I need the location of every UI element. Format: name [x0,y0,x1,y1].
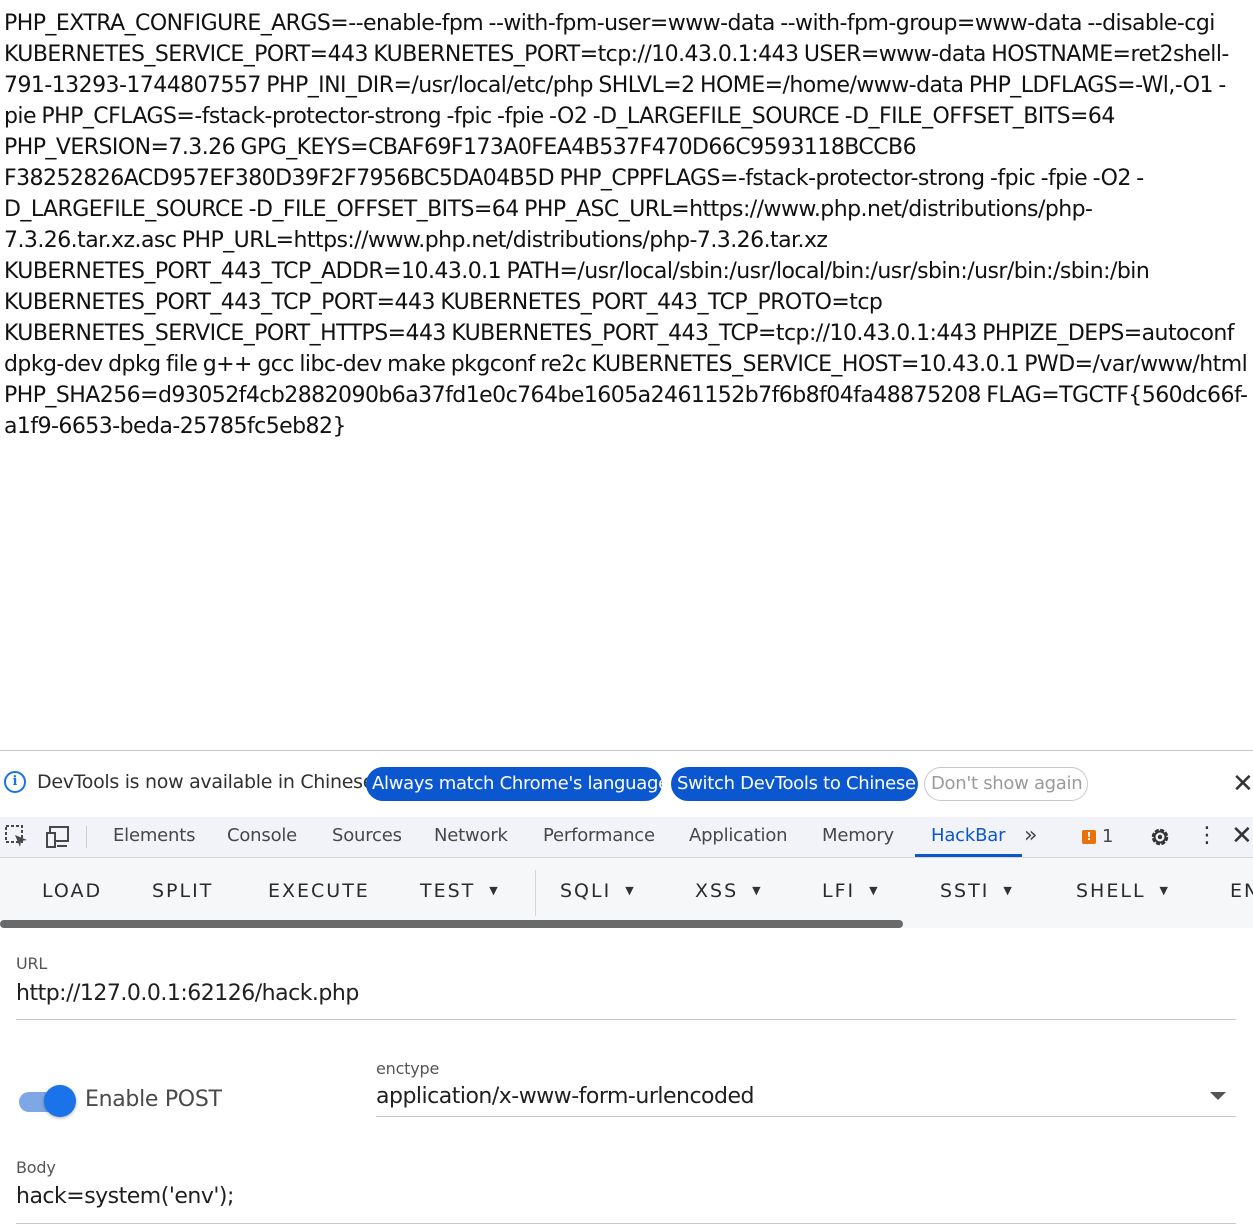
page-content: PHP_EXTRA_CONFIGURE_ARGS=--enable-fpm --… [0,0,1253,750]
encoding-menu-button[interactable]: EN [1230,880,1253,902]
issues-count: 1 [1102,826,1114,847]
xss-label: XSS [695,880,739,902]
chevron-down-icon: ▼ [1003,884,1014,897]
chevron-down-icon: ▼ [489,884,500,897]
sqli-menu-button[interactable]: SQLI ▼ [560,880,636,902]
toolbar-divider [86,826,87,848]
more-tabs-icon[interactable]: » [1024,817,1037,855]
test-label: TEST [420,880,476,902]
shell-label: SHELL [1076,880,1146,902]
tab-console[interactable]: Console [227,817,297,857]
test-menu-button[interactable]: TEST ▼ [420,880,500,902]
hackbar-toolbar: LOAD SPLIT EXECUTE TEST ▼ SQLI ▼ XSS ▼ LFI ▼… [0,858,1253,928]
customize-menu-icon[interactable]: ⋮ [1196,817,1218,855]
ssti-label: SSTI [940,880,990,902]
issues-badge-icon: ! [1082,830,1096,844]
load-button[interactable]: LOAD [42,880,102,902]
enable-post-label: Enable POST [85,1087,222,1112]
execute-button[interactable]: EXECUTE [268,880,370,902]
dropdown-arrow-icon[interactable] [1210,1092,1226,1100]
body-underline [16,1223,1236,1224]
url-label: URL [16,954,48,973]
infobar-close-icon[interactable]: ✕ [1232,769,1253,799]
tab-application[interactable]: Application [689,817,788,857]
tab-hackbar[interactable]: HackBar [931,817,1005,857]
url-input[interactable] [16,978,1231,1008]
split-button[interactable]: SPLIT [152,880,213,902]
infobar-message: DevTools is now available in Chinese! [37,771,382,793]
url-underline [16,1019,1236,1020]
enable-post-toggle-knob[interactable] [44,1085,76,1117]
tab-network[interactable]: Network [434,817,508,857]
devtools-panel: i DevTools is now available in Chinese! … [0,750,1253,1227]
sqli-label: SQLI [560,880,612,902]
language-infobar: i DevTools is now available in Chinese! … [0,751,1253,817]
switch-to-chinese-button[interactable]: Switch DevTools to Chinese [671,767,918,801]
always-match-language-button[interactable]: Always match Chrome's language [366,767,669,801]
tab-performance[interactable]: Performance [543,817,655,857]
enctype-underline [376,1116,1236,1117]
toolbar-divider [535,870,536,916]
shell-menu-button[interactable]: SHELL ▼ [1076,880,1170,902]
chevron-down-icon: ▼ [752,884,763,897]
lfi-label: LFI [822,880,856,902]
info-icon: i [4,771,26,793]
xss-menu-button[interactable]: XSS ▼ [695,880,763,902]
ssti-menu-button[interactable]: SSTI ▼ [940,880,1014,902]
close-devtools-icon[interactable]: ✕ [1231,817,1253,855]
enctype-label: enctype [376,1059,440,1078]
env-output-text: PHP_EXTRA_CONFIGURE_ARGS=--enable-fpm --… [4,11,1248,439]
tab-memory[interactable]: Memory [822,817,894,857]
body-input[interactable] [16,1181,1231,1211]
body-label: Body [16,1158,56,1177]
issues-counter[interactable]: ! 1 [1082,817,1113,857]
chevron-down-icon: ▼ [1159,884,1170,897]
active-tab-indicator [915,854,1022,857]
chevron-down-icon: ▼ [625,884,636,897]
lfi-menu-button[interactable]: LFI ▼ [822,880,880,902]
tab-sources[interactable]: Sources [332,817,402,857]
settings-gear-icon[interactable] [1148,825,1172,849]
toolbar-scrollbar[interactable] [0,920,903,928]
devtools-tabbar: Elements Console Sources Network Perform… [0,817,1253,858]
inspect-element-icon[interactable] [4,824,30,850]
chevron-down-icon: ▼ [869,884,880,897]
dont-show-again-button[interactable]: Don't show again [924,767,1088,801]
device-toolbar-icon[interactable] [45,824,71,850]
tab-elements[interactable]: Elements [113,817,196,857]
enctype-select[interactable]: application/x-www-form-urlencoded [376,1084,754,1109]
